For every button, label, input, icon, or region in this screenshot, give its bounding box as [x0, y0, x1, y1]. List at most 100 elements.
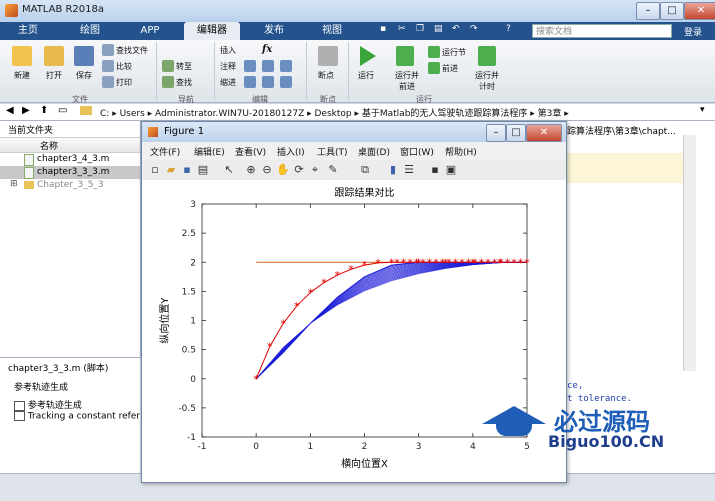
- open-file-icon[interactable]: ▰: [164, 163, 178, 177]
- run-label[interactable]: 运行: [358, 70, 374, 81]
- undo-icon[interactable]: ↶: [452, 24, 460, 34]
- run-section-label[interactable]: 运行节: [442, 47, 466, 58]
- redo-icon[interactable]: ↷: [470, 24, 478, 34]
- fx-button[interactable]: fx: [262, 44, 272, 55]
- find-files-label[interactable]: 查找文件: [116, 45, 148, 56]
- compare-icon[interactable]: [102, 60, 114, 72]
- tab-view[interactable]: 视图: [310, 22, 354, 40]
- edit-tool-icon[interactable]: [280, 60, 292, 72]
- file-name[interactable]: chapter3_3_3.m: [37, 167, 109, 177]
- save-file-icon[interactable]: [74, 46, 94, 66]
- search-documentation-input[interactable]: 搜索文档: [532, 24, 672, 38]
- expand-icon[interactable]: ⊞: [10, 179, 18, 189]
- path-segment[interactable]: Users: [120, 109, 145, 119]
- paste-icon[interactable]: ▤: [434, 24, 443, 34]
- run-advance-icon[interactable]: [396, 46, 414, 66]
- menu-tools[interactable]: 工具(T): [317, 145, 348, 158]
- advance-label[interactable]: 前进: [442, 63, 458, 74]
- run-icon[interactable]: [360, 46, 376, 66]
- back-icon[interactable]: ◀: [6, 105, 14, 116]
- path-segment[interactable]: Administrator.WIN7U-20180127Z: [155, 109, 304, 119]
- find-label[interactable]: 查找: [176, 77, 192, 88]
- path-segment[interactable]: 基于Matlab的无人驾驶轨迹跟踪算法程序: [362, 109, 528, 119]
- pan-icon[interactable]: ✋: [276, 163, 290, 177]
- open-label[interactable]: 打开: [46, 70, 62, 81]
- details-item[interactable]: 参考轨迹生成: [14, 398, 140, 411]
- figure-maximize-button[interactable]: □: [506, 124, 526, 142]
- hide-plot-tools-icon[interactable]: ▪: [428, 163, 442, 177]
- menu-insert[interactable]: 插入(I): [277, 145, 305, 158]
- legend-icon[interactable]: ☰: [402, 163, 416, 177]
- column-name[interactable]: 名称: [40, 139, 58, 152]
- open-folder-icon[interactable]: [44, 46, 64, 66]
- zoom-in-icon[interactable]: ⊕: [244, 163, 258, 177]
- menu-file[interactable]: 文件(F): [150, 145, 180, 158]
- folder-item[interactable]: ⊞ Chapter_3_5_3: [0, 179, 140, 192]
- path-dropdown-icon[interactable]: ▾: [700, 105, 705, 115]
- run-section-icon[interactable]: [428, 46, 440, 58]
- print-label[interactable]: 打印: [116, 77, 132, 88]
- edit-tool-icon[interactable]: [280, 76, 292, 88]
- new-label[interactable]: 新建: [14, 70, 30, 81]
- menu-edit[interactable]: 编辑(E): [194, 145, 225, 158]
- colorbar-icon[interactable]: ▮: [386, 163, 400, 177]
- file-item-selected[interactable]: chapter3_3_3.m: [0, 166, 140, 179]
- editor-scrollbar[interactable]: [683, 135, 696, 371]
- breakpoints-label[interactable]: 断点: [318, 70, 334, 81]
- rotate-icon[interactable]: ⟳: [292, 163, 306, 177]
- menu-window[interactable]: 窗口(W): [400, 145, 434, 158]
- path-segment[interactable]: C:: [100, 109, 109, 119]
- tab-apps[interactable]: APP: [130, 22, 170, 40]
- figure-close-button[interactable]: ✕: [526, 124, 562, 142]
- menu-view[interactable]: 查看(V): [235, 145, 266, 158]
- tab-home[interactable]: 主页: [8, 22, 48, 40]
- maximize-button[interactable]: □: [660, 2, 684, 20]
- print-figure-icon[interactable]: ▤: [196, 163, 210, 177]
- details-item[interactable]: Tracking a constant refere: [14, 411, 140, 422]
- link-plot-icon[interactable]: ⧉: [358, 163, 372, 177]
- show-plot-tools-icon[interactable]: ▣: [444, 163, 458, 177]
- pointer-icon[interactable]: ↖: [222, 163, 236, 177]
- menu-desktop[interactable]: 桌面(D): [358, 145, 390, 158]
- save-icon[interactable]: ▪: [380, 24, 386, 34]
- new-figure-icon[interactable]: ▫: [148, 163, 162, 177]
- print-icon[interactable]: [102, 76, 114, 88]
- tab-editor[interactable]: 编辑器: [184, 22, 240, 40]
- data-cursor-icon[interactable]: ⌖: [308, 163, 322, 177]
- run-time-icon[interactable]: [478, 46, 496, 66]
- folder-name[interactable]: Chapter_3_5_3: [37, 180, 104, 190]
- file-name[interactable]: chapter3_4_3.m: [37, 154, 109, 164]
- close-button[interactable]: ✕: [684, 2, 715, 20]
- cut-icon[interactable]: ✂: [398, 24, 406, 34]
- edit-tool-icon[interactable]: [244, 60, 256, 72]
- breadcrumb[interactable]: C: ▸ Users ▸ Administrator.WIN7U-2018012…: [100, 106, 569, 119]
- find-files-icon[interactable]: [102, 44, 114, 56]
- figure-minimize-button[interactable]: –: [486, 124, 506, 142]
- file-item[interactable]: chapter3_4_3.m: [0, 153, 140, 166]
- menu-help[interactable]: 帮助(H): [445, 145, 477, 158]
- run-advance-label[interactable]: 运行并前进: [392, 70, 422, 92]
- forward-icon[interactable]: ▶: [22, 105, 30, 116]
- run-time-label[interactable]: 运行并计时: [474, 70, 500, 92]
- minimize-button[interactable]: –: [636, 2, 660, 20]
- path-segment[interactable]: 第3章: [538, 109, 562, 119]
- brush-icon[interactable]: ✎: [326, 163, 340, 177]
- help-icon[interactable]: ?: [506, 24, 511, 34]
- insert-label[interactable]: 插入: [220, 45, 236, 56]
- tab-publish[interactable]: 发布: [252, 22, 296, 40]
- details-item-label[interactable]: Tracking a constant refere: [28, 412, 140, 422]
- browse-icon[interactable]: ▭: [58, 105, 67, 116]
- find-icon[interactable]: [162, 76, 174, 88]
- goto-label[interactable]: 转至: [176, 61, 192, 72]
- details-item-label[interactable]: 参考轨迹生成: [28, 401, 82, 411]
- save-figure-icon[interactable]: ▪: [180, 163, 194, 177]
- goto-icon[interactable]: [162, 60, 174, 72]
- edit-tool-icon[interactable]: [244, 76, 256, 88]
- login-link[interactable]: 登录: [684, 25, 702, 38]
- path-segment[interactable]: Desktop: [315, 109, 352, 119]
- edit-tool-icon[interactable]: [262, 76, 274, 88]
- edit-tool-icon[interactable]: [262, 60, 274, 72]
- zoom-out-icon[interactable]: ⊖: [260, 163, 274, 177]
- indent-label[interactable]: 缩进: [220, 77, 236, 88]
- comment-label[interactable]: 注释: [220, 61, 236, 72]
